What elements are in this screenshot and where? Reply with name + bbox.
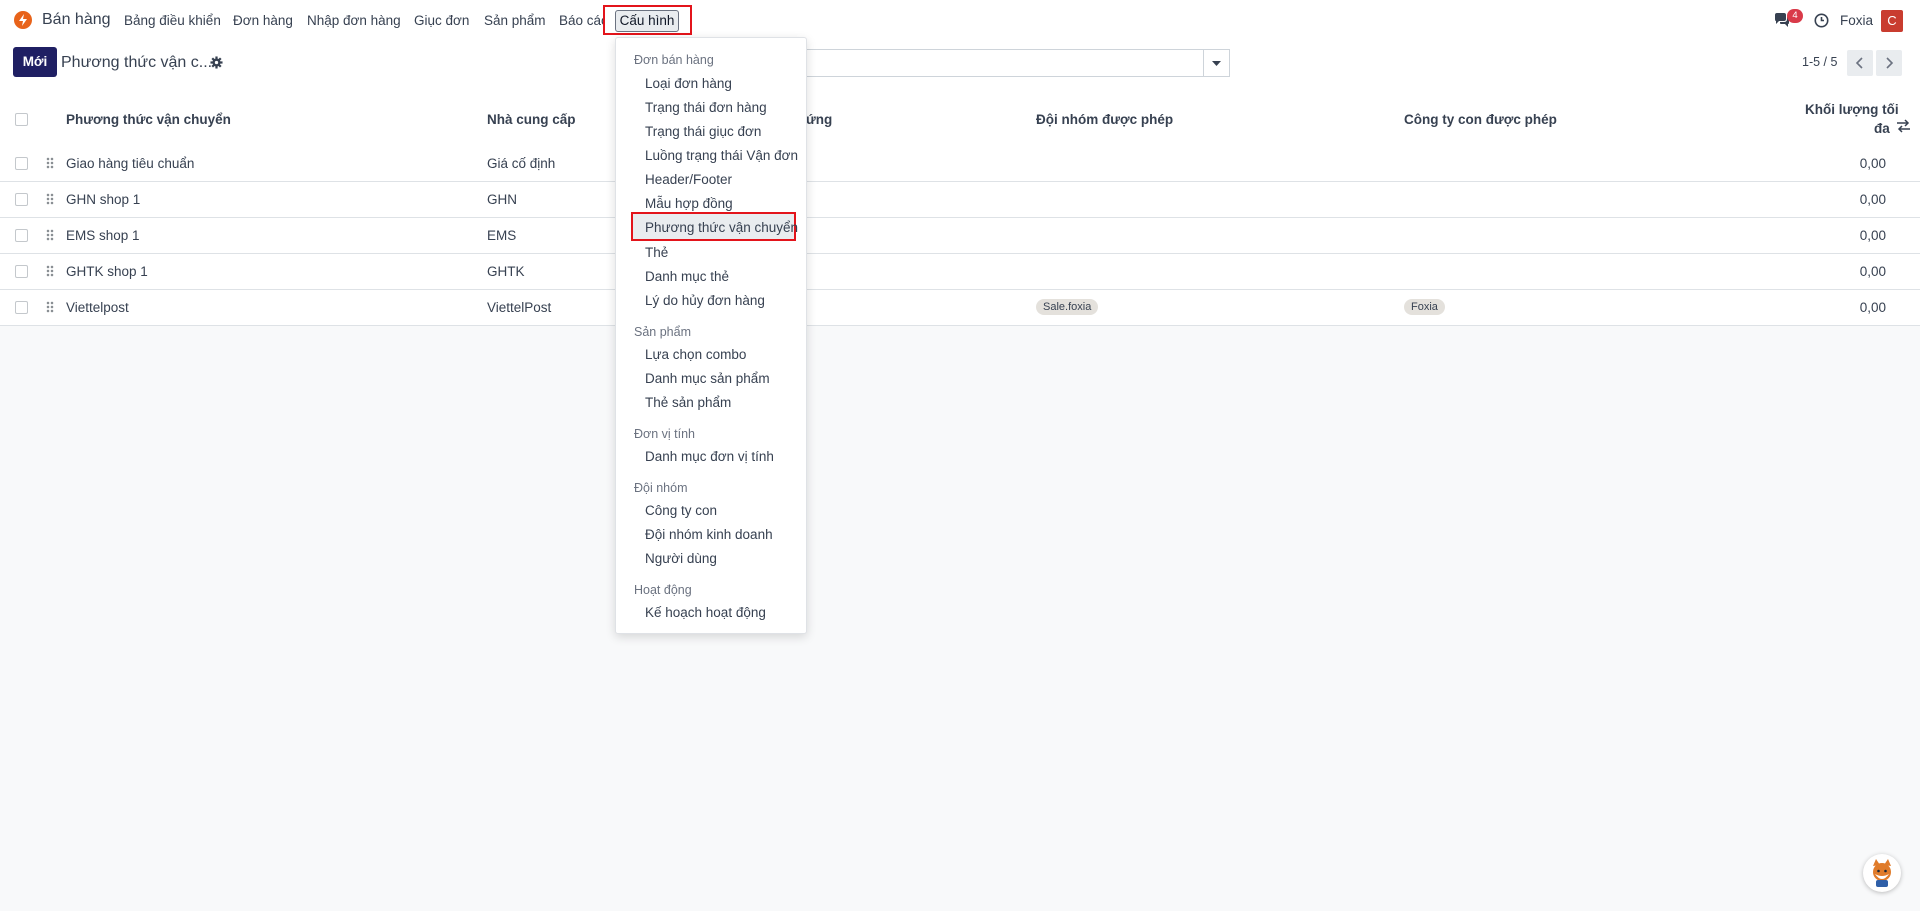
drag-handle-icon[interactable] [46,265,54,277]
dropdown-item-the-san-pham[interactable]: Thẻ sản phẩm [645,395,731,410]
column-header-shipping-method[interactable]: Phương thức vận chuyển [66,112,231,127]
menu-bang-dieu-khien[interactable]: Bảng điều khiển [124,13,221,28]
row-provider: EMS [487,228,517,243]
dropdown-item-the[interactable]: Thẻ [645,245,668,260]
dropdown-section-header: Sản phẩm [634,325,691,339]
table-row[interactable]: EMS shop 1 EMS 0,00 [0,218,1920,254]
dropdown-section-header: Đơn bán hàng [634,53,714,67]
row-provider: GHN [487,192,517,207]
column-header-allowed-companies[interactable]: Công ty con được phép [1404,112,1557,127]
menu-bao-cao[interactable]: Báo cáo [559,13,604,28]
drag-handle-icon[interactable] [46,301,54,313]
row-provider: ViettelPost [487,300,552,315]
row-checkbox[interactable] [15,193,28,206]
chevron-right-icon [1886,57,1894,69]
user-avatar[interactable]: C [1881,10,1903,32]
top-navbar: Bán hàng Bảng điều khiển Đơn hàng Nhập đ… [0,0,1920,42]
dropdown-item-luong-trang-thai[interactable]: Luồng trạng thái Vận đơn [645,148,798,163]
dropdown-item-mau-hop-dong[interactable]: Mẫu hợp đồng [645,196,733,211]
table-header: Phương thức vận chuyển Nhà cung cấp ứng … [0,92,1920,147]
row-name: GHTK shop 1 [66,264,148,279]
table-row[interactable]: GHTK shop 1 GHTK 0,00 [0,254,1920,290]
menu-cau-hinh[interactable]: Cấu hình [615,10,679,32]
team-tag: Sale.foxia [1036,299,1099,315]
dropdown-section-header: Đội nhóm [634,481,688,495]
column-header-max-weight-line2: đa [1874,121,1890,136]
row-checkbox[interactable] [15,301,28,314]
dropdown-item-loai-don-hang[interactable]: Loại đơn hàng [645,76,732,91]
menu-nhap-don-hang[interactable]: Nhập đơn hàng [307,13,401,28]
clock-icon[interactable] [1814,13,1829,31]
pager-value[interactable]: 1-5 / 5 [1802,55,1837,69]
company-tag: Foxia [1404,299,1445,315]
row-weight: 0,00 [1859,264,1886,279]
drag-handle-icon[interactable] [46,229,54,241]
new-button[interactable]: Mới [13,47,57,77]
row-checkbox[interactable] [15,229,28,242]
dropdown-item-header-footer[interactable]: Header/Footer [645,172,732,187]
column-header-allowed-teams[interactable]: Đội nhóm được phép [1036,112,1173,127]
row-weight: 0,00 [1859,192,1886,207]
row-name: EMS shop 1 [66,228,140,243]
menu-san-pham[interactable]: Sản phẩm [484,13,546,28]
pager-next-button[interactable] [1876,50,1902,76]
gear-icon[interactable] [210,56,223,72]
company-switcher[interactable]: Foxia [1840,13,1873,28]
breadcrumb: Phương thức vận c... [61,54,213,71]
row-weight: 0,00 [1859,156,1886,171]
app-logo-icon[interactable] [14,11,32,29]
dropdown-section-header: Hoạt động [634,583,692,597]
dropdown-item-phuong-thuc-van-chuyen[interactable]: Phương thức vận chuyển [645,220,798,235]
table-row[interactable]: GHN shop 1 GHN 0,00 [0,182,1920,218]
menu-giuc-don[interactable]: Giục đơn [414,13,469,28]
dropdown-item-doi-nhom-kinh-doanh[interactable]: Đội nhóm kinh doanh [645,527,773,542]
dropdown-item-lua-chon-combo[interactable]: Lựa chọn combo [645,347,746,362]
dropdown-item-nguoi-dung[interactable]: Người dùng [645,551,717,566]
row-provider: Giá cố định [487,156,556,171]
caret-down-icon [1212,61,1221,66]
dropdown-item-trang-thai-giuc-don[interactable]: Trạng thái giục đơn [645,124,761,139]
pager-previous-button[interactable] [1847,50,1873,76]
dropdown-item-danh-muc-san-pham[interactable]: Danh mục sản phẩm [645,371,770,386]
dropdown-item-danh-muc-the[interactable]: Danh mục thẻ [645,269,729,284]
drag-handle-icon[interactable] [46,157,54,169]
fox-mascot-icon [1873,859,1891,887]
row-provider: GHTK [487,264,525,279]
select-all-checkbox[interactable] [15,113,28,126]
table-row[interactable]: Giao hàng tiêu chuẩn Giá cố định 0,00 [0,146,1920,182]
app-name[interactable]: Bán hàng [42,11,111,29]
dropdown-item-ly-do-huy[interactable]: Lý do hủy đơn hàng [645,293,765,308]
chevron-left-icon [1855,57,1863,69]
dropdown-item-danh-muc-don-vi-tinh[interactable]: Danh mục đơn vị tính [645,449,774,464]
config-dropdown-menu: Đơn bán hàng Loại đơn hàng Trạng thái đơ… [615,37,807,634]
column-header-partial[interactable]: ứng [806,112,832,127]
column-header-provider[interactable]: Nhà cung cấp [487,112,576,127]
dropdown-item-cong-ty-con[interactable]: Công ty con [645,503,717,518]
row-name: Viettelpost [66,300,129,315]
dropdown-item-ke-hoach-hoat-dong[interactable]: Kế hoạch hoạt động [645,605,766,620]
table-row[interactable]: Viettelpost ViettelPost Sale.foxia Foxia… [0,290,1920,326]
search-options-toggle[interactable] [1203,49,1230,77]
row-checkbox[interactable] [15,157,28,170]
assistant-fox-button[interactable] [1863,854,1901,892]
column-settings-icon[interactable] [1896,119,1911,136]
dropdown-item-trang-thai-don-hang[interactable]: Trạng thái đơn hàng [645,100,767,115]
row-name: Giao hàng tiêu chuẩn [66,156,195,171]
row-weight: 0,00 [1859,228,1886,243]
row-weight: 0,00 [1859,300,1886,315]
dropdown-section-header: Đơn vị tính [634,427,695,441]
drag-handle-icon[interactable] [46,193,54,205]
menu-don-hang[interactable]: Đơn hàng [233,13,293,28]
column-header-max-weight[interactable]: Khối lượng tối [1805,102,1899,117]
messages-badge: 4 [1787,9,1803,23]
row-name: GHN shop 1 [66,192,141,207]
row-checkbox[interactable] [15,265,28,278]
